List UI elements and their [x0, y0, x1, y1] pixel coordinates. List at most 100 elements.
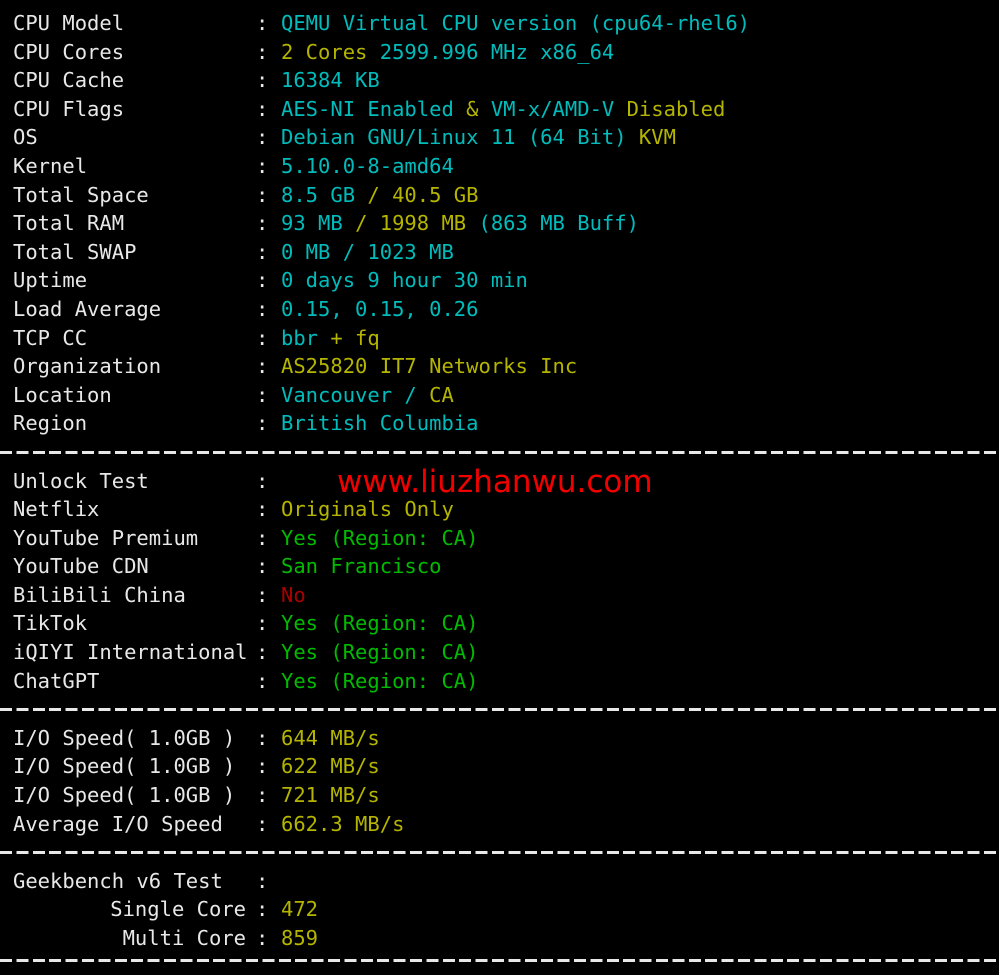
- system-info-value: 16384 KB: [281, 68, 380, 93]
- system-info-row: CPU Flags: AES-NI Enabled & VM-x/AMD-V Di…: [0, 95, 999, 124]
- colon-separator: :: [256, 39, 269, 64]
- colon-separator: :: [256, 611, 269, 636]
- unlock-test-value: Yes (Region: CA): [281, 640, 479, 665]
- dashed-rule: [0, 708, 999, 712]
- io-speed-label: Average I/O Speed: [13, 811, 223, 836]
- system-info-value: 0 MB / 1023 MB: [281, 239, 454, 264]
- system-info-value: 0 days 9 hour 30 min: [281, 268, 528, 293]
- geekbench-row: Multi Core:859: [0, 924, 999, 953]
- system-info-row: Total SWAP:0 MB / 1023 MB: [0, 238, 999, 267]
- unlock-test-section: Unlock Test: Netflix: Originals Only YouTub…: [0, 467, 999, 696]
- system-info-value: 2599.996 MHz x86_64: [379, 39, 615, 64]
- system-info-value: AES-NI Enabled: [281, 96, 454, 121]
- unlock-test-row: TikTok: Yes (Region: CA): [0, 609, 999, 638]
- geekbench-value: 472: [281, 897, 319, 922]
- dashed-rule: [0, 851, 999, 855]
- colon-separator: :: [256, 468, 269, 493]
- unlock-test-row: ChatGPT: Yes (Region: CA): [0, 667, 999, 696]
- dashed-rule: [0, 958, 999, 962]
- system-info-label: CPU Cache: [13, 68, 125, 93]
- unlock-test-row: YouTube CDN: San Francisco: [0, 552, 999, 581]
- system-info-label: CPU Flags: [13, 96, 125, 121]
- geekbench-label: Single Core: [110, 897, 246, 922]
- geekbench-row: Geekbench v6 Test:: [0, 867, 999, 896]
- unlock-test-label: YouTube CDN: [13, 554, 149, 579]
- system-info-label: Total SWAP: [13, 239, 137, 264]
- unlock-test-value: Yes (Region: CA): [281, 668, 479, 693]
- system-info-label: Location: [13, 382, 112, 407]
- system-info-label: Region: [13, 411, 88, 436]
- system-info-value: / 40.5 GB: [367, 182, 479, 207]
- colon-separator: :: [256, 811, 269, 836]
- geekbench-row: Single Core:472: [0, 895, 999, 924]
- colon-separator: :: [256, 153, 269, 178]
- io-speed-value: 644 MB/s: [281, 725, 380, 750]
- system-info-value: QEMU Virtual CPU version (cpu64-rhel6): [281, 11, 750, 35]
- top-spacer: [0, 0, 999, 9]
- geekbench-label: Multi Core: [122, 926, 246, 950]
- unlock-test-label: BiliBili China: [13, 582, 186, 607]
- separator-rule-3: [0, 838, 999, 867]
- io-speed-label: I/O Speed( 1.0GB ): [13, 725, 236, 750]
- system-info-value: bbr: [281, 325, 331, 350]
- geekbench-label: Geekbench v6 Test: [13, 868, 223, 893]
- system-info-row: Organization: AS25820 IT7 Networks Inc: [0, 352, 999, 381]
- unlock-test-value: Yes (Region: CA): [281, 611, 479, 636]
- site-watermark: www.liuzhanwu.com: [337, 464, 653, 500]
- system-info-row: TCP CC: bbr + fq: [0, 324, 999, 353]
- system-info-label: Kernel: [13, 153, 88, 178]
- unlock-test-label: Unlock Test: [13, 468, 149, 493]
- system-info-label: TCP CC: [13, 325, 88, 350]
- system-info-row: OS: Debian GNU/Linux 11 (64 Bit) KVM: [0, 123, 999, 152]
- unlock-test-value: San Francisco: [281, 554, 442, 579]
- colon-separator: :: [256, 582, 269, 607]
- system-info-value: / 1998 MB: [355, 211, 479, 236]
- system-info-label: Total Space: [13, 182, 149, 207]
- colon-separator: :: [256, 68, 269, 93]
- colon-separator: :: [256, 497, 269, 522]
- io-speed-value: 721 MB/s: [281, 783, 380, 808]
- system-info-row: Location: Vancouver / CA: [0, 381, 999, 410]
- system-info-label: CPU Cores: [13, 39, 125, 64]
- colon-separator: :: [256, 325, 269, 350]
- terminal-output: CPU Model: QEMU Virtual CPU version (cpu6…: [0, 0, 999, 975]
- system-info-value: 0.15, 0.15, 0.26: [281, 296, 479, 321]
- separator-rule-4: [0, 953, 999, 970]
- colon-separator: :: [256, 525, 269, 550]
- colon-separator: :: [256, 382, 269, 407]
- io-speed-value: 622 MB/s: [281, 754, 380, 779]
- colon-separator: :: [256, 725, 269, 750]
- system-info-label: OS: [13, 125, 38, 150]
- system-info-label: Uptime: [13, 268, 88, 293]
- unlock-test-label: TikTok: [13, 611, 88, 636]
- colon-separator: :: [256, 668, 269, 693]
- system-info-row: CPU Model: QEMU Virtual CPU version (cpu6…: [0, 9, 999, 38]
- colon-separator: :: [256, 96, 269, 121]
- colon-separator: :: [256, 296, 269, 321]
- colon-separator: :: [256, 554, 269, 579]
- unlock-test-row: BiliBili China: No: [0, 581, 999, 610]
- separator-rule-1: [0, 438, 999, 467]
- system-info-row: Total RAM:93 MB / 1998 MB (863 MB Buff): [0, 209, 999, 238]
- colon-separator: :: [256, 268, 269, 293]
- separator-rule-2: [0, 695, 999, 724]
- system-info-value: 2 Cores: [281, 39, 380, 64]
- unlock-test-value: Yes (Region: CA): [281, 525, 479, 550]
- colon-separator: :: [256, 783, 269, 808]
- colon-separator: :: [256, 125, 269, 150]
- colon-separator: :: [256, 868, 269, 893]
- colon-separator: :: [256, 239, 269, 264]
- unlock-test-label: Netflix: [13, 497, 100, 522]
- colon-separator: :: [256, 897, 269, 922]
- system-info-label: CPU Model: [13, 11, 125, 35]
- system-info-value: KVM: [638, 125, 676, 150]
- unlock-test-label: iQIYI International: [13, 640, 248, 665]
- io-speed-section: I/O Speed( 1.0GB ):644 MB/s I/O Speed( 1.…: [0, 724, 999, 838]
- system-info-row: Uptime:0 days 9 hour 30 min: [0, 266, 999, 295]
- geekbench-section: Geekbench v6 Test: Single Core:472 Multi C…: [0, 867, 999, 953]
- system-info-row: CPU Cache:16384 KB: [0, 66, 999, 95]
- unlock-test-value: No: [281, 582, 306, 607]
- system-info-value: + fq: [330, 325, 380, 350]
- system-info-row: Total Space:8.5 GB / 40.5 GB: [0, 181, 999, 210]
- system-info-value: 5.10.0-8-amd64: [281, 153, 454, 178]
